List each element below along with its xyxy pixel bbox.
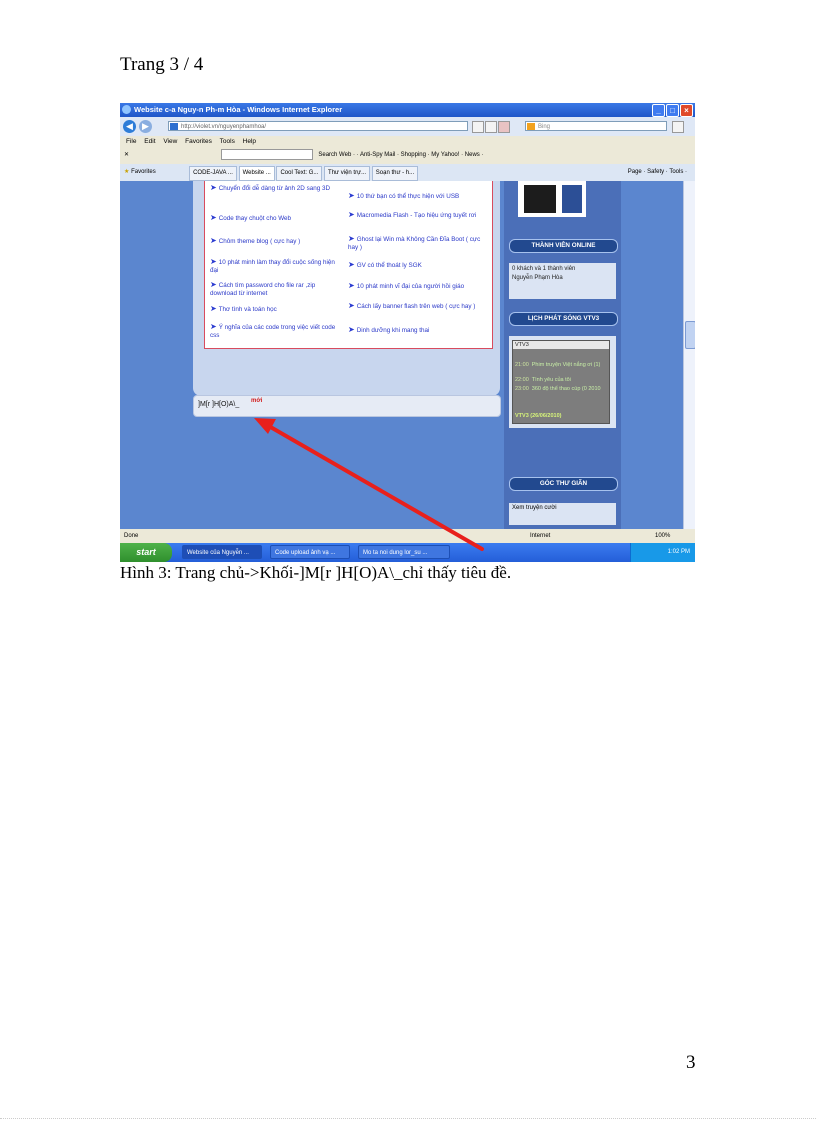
page-number: 3 xyxy=(686,1052,696,1073)
bottom-rule xyxy=(0,1118,816,1119)
annotation-arrow xyxy=(254,418,484,551)
page-header: Trang 3 / 4 xyxy=(120,54,204,75)
figure-caption: Hình 3: Trang chủ->Khối-]M[r ]H[O)A\_chỉ… xyxy=(120,563,512,582)
screenshot-figure: Website c-a Nguy-n Ph-m Hòa - Windows In… xyxy=(120,103,695,562)
